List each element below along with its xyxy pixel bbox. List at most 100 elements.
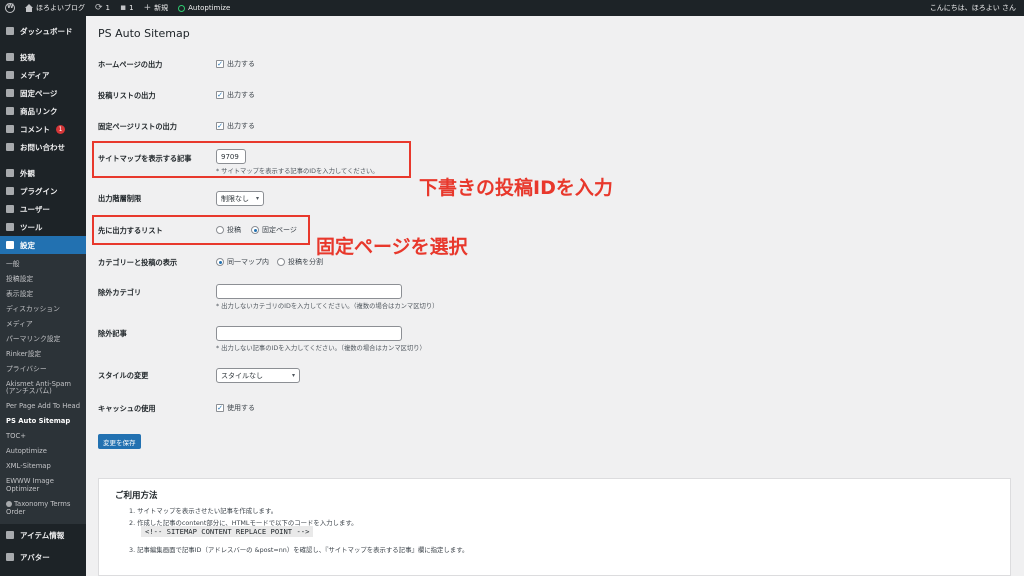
link-icon xyxy=(6,107,14,115)
submenu-item-taxonomy-terms-order[interactable]: Taxonomy Terms Order xyxy=(0,498,86,521)
brush-icon xyxy=(6,169,14,177)
submenu-item-toc-plus[interactable]: TOC+ xyxy=(0,430,86,445)
home-output-label: ホームページの出力 xyxy=(98,60,163,69)
autoptimize-link[interactable]: Autoptimize xyxy=(173,0,235,16)
submenu-item-media[interactable]: メディア xyxy=(0,317,86,332)
annotation-select-pages: 固定ページを選択 xyxy=(316,236,468,258)
home-output-field[interactable]: ✓ 出力する xyxy=(216,59,255,69)
submenu-item-ps-auto-sitemap[interactable]: PS Auto Sitemap xyxy=(0,415,86,430)
submenu-item-discussion[interactable]: ディスカッション xyxy=(0,302,86,317)
sidebar-item-label: コメント xyxy=(20,124,50,134)
radio-split-posts[interactable] xyxy=(277,258,285,266)
checkbox-label: 出力する xyxy=(227,60,255,68)
submenu-item-ewww[interactable]: EWWW Image Optimizer xyxy=(0,475,86,498)
updates-link[interactable]: ⟳ 1 xyxy=(90,0,115,16)
sidebar-item-media[interactable]: メディア xyxy=(0,66,86,84)
sidebar-item-label: メディア xyxy=(20,70,50,80)
category-display-field: 同一マップ内 投稿を分割 xyxy=(216,257,323,267)
new-content-link[interactable]: + 新規 xyxy=(139,0,174,16)
taxonomy-icon xyxy=(6,501,12,508)
sidebar-item-tools[interactable]: ツール xyxy=(0,218,86,236)
submenu-item-per-page-add-to-head[interactable]: Per Page Add To Head xyxy=(0,400,86,415)
post-list-output-label: 投稿リストの出力 xyxy=(98,91,156,100)
submenu-item-reading[interactable]: 表示設定 xyxy=(0,287,86,302)
exclude-posts-input[interactable] xyxy=(216,326,402,341)
page-icon xyxy=(6,89,14,97)
settings-submenu: 一般 投稿設定 表示設定 ディスカッション メディア パーマリンク設定 Rink… xyxy=(0,254,86,525)
admin-bar: ほろよいブログ ⟳1 ▪1 +新規 Autoptimize こんにちは、ほろよい… xyxy=(0,0,1024,16)
usage-step-1: 1. サイトマップを表示させたい記事を作成します。 xyxy=(129,507,278,515)
chevron-down-icon: ▾ xyxy=(291,372,295,379)
exclude-posts-hint: * 出力しない記事のIDを入力してください。（複数の場合はカンマ区切り） xyxy=(216,345,426,352)
exclude-category-label: 除外カテゴリ xyxy=(98,288,142,297)
sidebar-item-label: 設定 xyxy=(20,240,35,250)
exclude-posts-label: 除外記事 xyxy=(98,329,127,338)
sidebar-item-product-links[interactable]: 商品リンク xyxy=(0,102,86,120)
sidebar-item-label: アイテム情報 xyxy=(20,530,65,540)
style-select[interactable]: スタイルなし ▾ xyxy=(216,368,300,383)
submenu-item-permalink[interactable]: パーマリンク設定 xyxy=(0,332,86,347)
submenu-item-writing[interactable]: 投稿設定 xyxy=(0,272,86,287)
sidebar-item-posts[interactable]: 投稿 xyxy=(0,48,86,66)
comment-icon xyxy=(6,125,14,133)
comment-icon: ▪ xyxy=(120,3,127,13)
sidebar-item-pages[interactable]: 固定ページ xyxy=(0,84,86,102)
wordpress-icon xyxy=(5,3,15,13)
usage-title: ご利用方法 xyxy=(115,491,158,501)
usage-panel: ご利用方法 1. サイトマップを表示させたい記事を作成します。 2. 作成した記… xyxy=(98,478,1011,576)
info-icon xyxy=(6,531,14,540)
radio-same-map[interactable] xyxy=(216,258,224,266)
sidebar-item-users[interactable]: ユーザー xyxy=(0,200,86,218)
highlight-sitemap-post-box xyxy=(92,141,411,178)
cache-use-field[interactable]: ✓ 使用する xyxy=(216,403,255,413)
site-name-link[interactable]: ほろよいブログ xyxy=(20,0,90,16)
pin-icon xyxy=(6,53,14,61)
submenu-item-rinker[interactable]: Rinker設定 xyxy=(0,347,86,362)
sidebar-item-settings[interactable]: 設定 xyxy=(0,236,86,254)
sidebar-item-plugins[interactable]: プラグイン xyxy=(0,182,86,200)
usage-step-3: 3. 記事編集画面で記事ID（アドレスバーの &post=nn）を確認し、『サイ… xyxy=(129,546,469,554)
sidebar-item-label: 投稿 xyxy=(20,52,35,62)
home-output-checkbox[interactable]: ✓ xyxy=(216,60,224,68)
sidebar-item-label: ツール xyxy=(20,222,43,232)
depth-limit-select[interactable]: 制限なし ▾ xyxy=(216,191,264,206)
post-list-output-field[interactable]: ✓ 出力する xyxy=(216,90,255,100)
submenu-item-akismet[interactable]: Akismet Anti-Spam (アンチスパム) xyxy=(0,377,86,400)
exclude-category-input[interactable] xyxy=(216,284,402,299)
sidebar-item-dashboard[interactable]: ダッシュボード xyxy=(0,22,86,40)
depth-limit-value: 制限なし xyxy=(221,194,249,203)
submenu-item-autoptimize[interactable]: Autoptimize xyxy=(0,445,86,460)
sidebar-item-comments[interactable]: コメント 1 xyxy=(0,120,86,138)
sidebar-item-avatar[interactable]: アバター xyxy=(0,548,86,566)
mail-icon xyxy=(6,143,14,151)
comments-link[interactable]: ▪ 1 xyxy=(115,0,139,16)
save-changes-button[interactable]: 変更を保存 xyxy=(98,434,141,449)
sidebar-item-item-info[interactable]: アイテム情報 xyxy=(0,526,86,544)
submenu-item-xml-sitemap[interactable]: XML-Sitemap xyxy=(0,460,86,475)
checkbox-label: 使用する xyxy=(227,404,255,412)
home-icon xyxy=(25,4,33,12)
plugin-icon xyxy=(6,187,14,195)
autoptimize-status-icon xyxy=(178,4,186,12)
post-list-output-checkbox[interactable]: ✓ xyxy=(216,91,224,99)
page-list-output-field[interactable]: ✓ 出力する xyxy=(216,121,255,131)
wordpress-logo-button[interactable] xyxy=(0,0,20,16)
account-menu[interactable]: こんにちは、ほろよい さん xyxy=(925,0,1024,16)
updates-count: 1 xyxy=(105,4,111,12)
sidebar-item-label: プラグイン xyxy=(20,186,58,196)
sidebar-item-label: 外観 xyxy=(20,168,35,178)
page-list-output-checkbox[interactable]: ✓ xyxy=(216,122,224,130)
sidebar-item-label: お問い合わせ xyxy=(20,142,65,152)
chevron-down-icon: ▾ xyxy=(255,195,259,202)
page-title: PS Auto Sitemap xyxy=(98,27,190,40)
site-name: ほろよいブログ xyxy=(36,4,85,12)
cache-use-checkbox[interactable]: ✓ xyxy=(216,404,224,412)
sidebar-item-contact[interactable]: お問い合わせ xyxy=(0,138,86,156)
submenu-item-label: Taxonomy Terms Order xyxy=(6,500,71,517)
sidebar-item-label: 商品リンク xyxy=(20,106,58,116)
submenu-item-general[interactable]: 一般 xyxy=(0,257,86,272)
dashboard-icon xyxy=(6,27,14,35)
sidebar-item-appearance[interactable]: 外観 xyxy=(0,164,86,182)
checkbox-label: 出力する xyxy=(227,122,255,130)
submenu-item-privacy[interactable]: プライバシー xyxy=(0,362,86,377)
